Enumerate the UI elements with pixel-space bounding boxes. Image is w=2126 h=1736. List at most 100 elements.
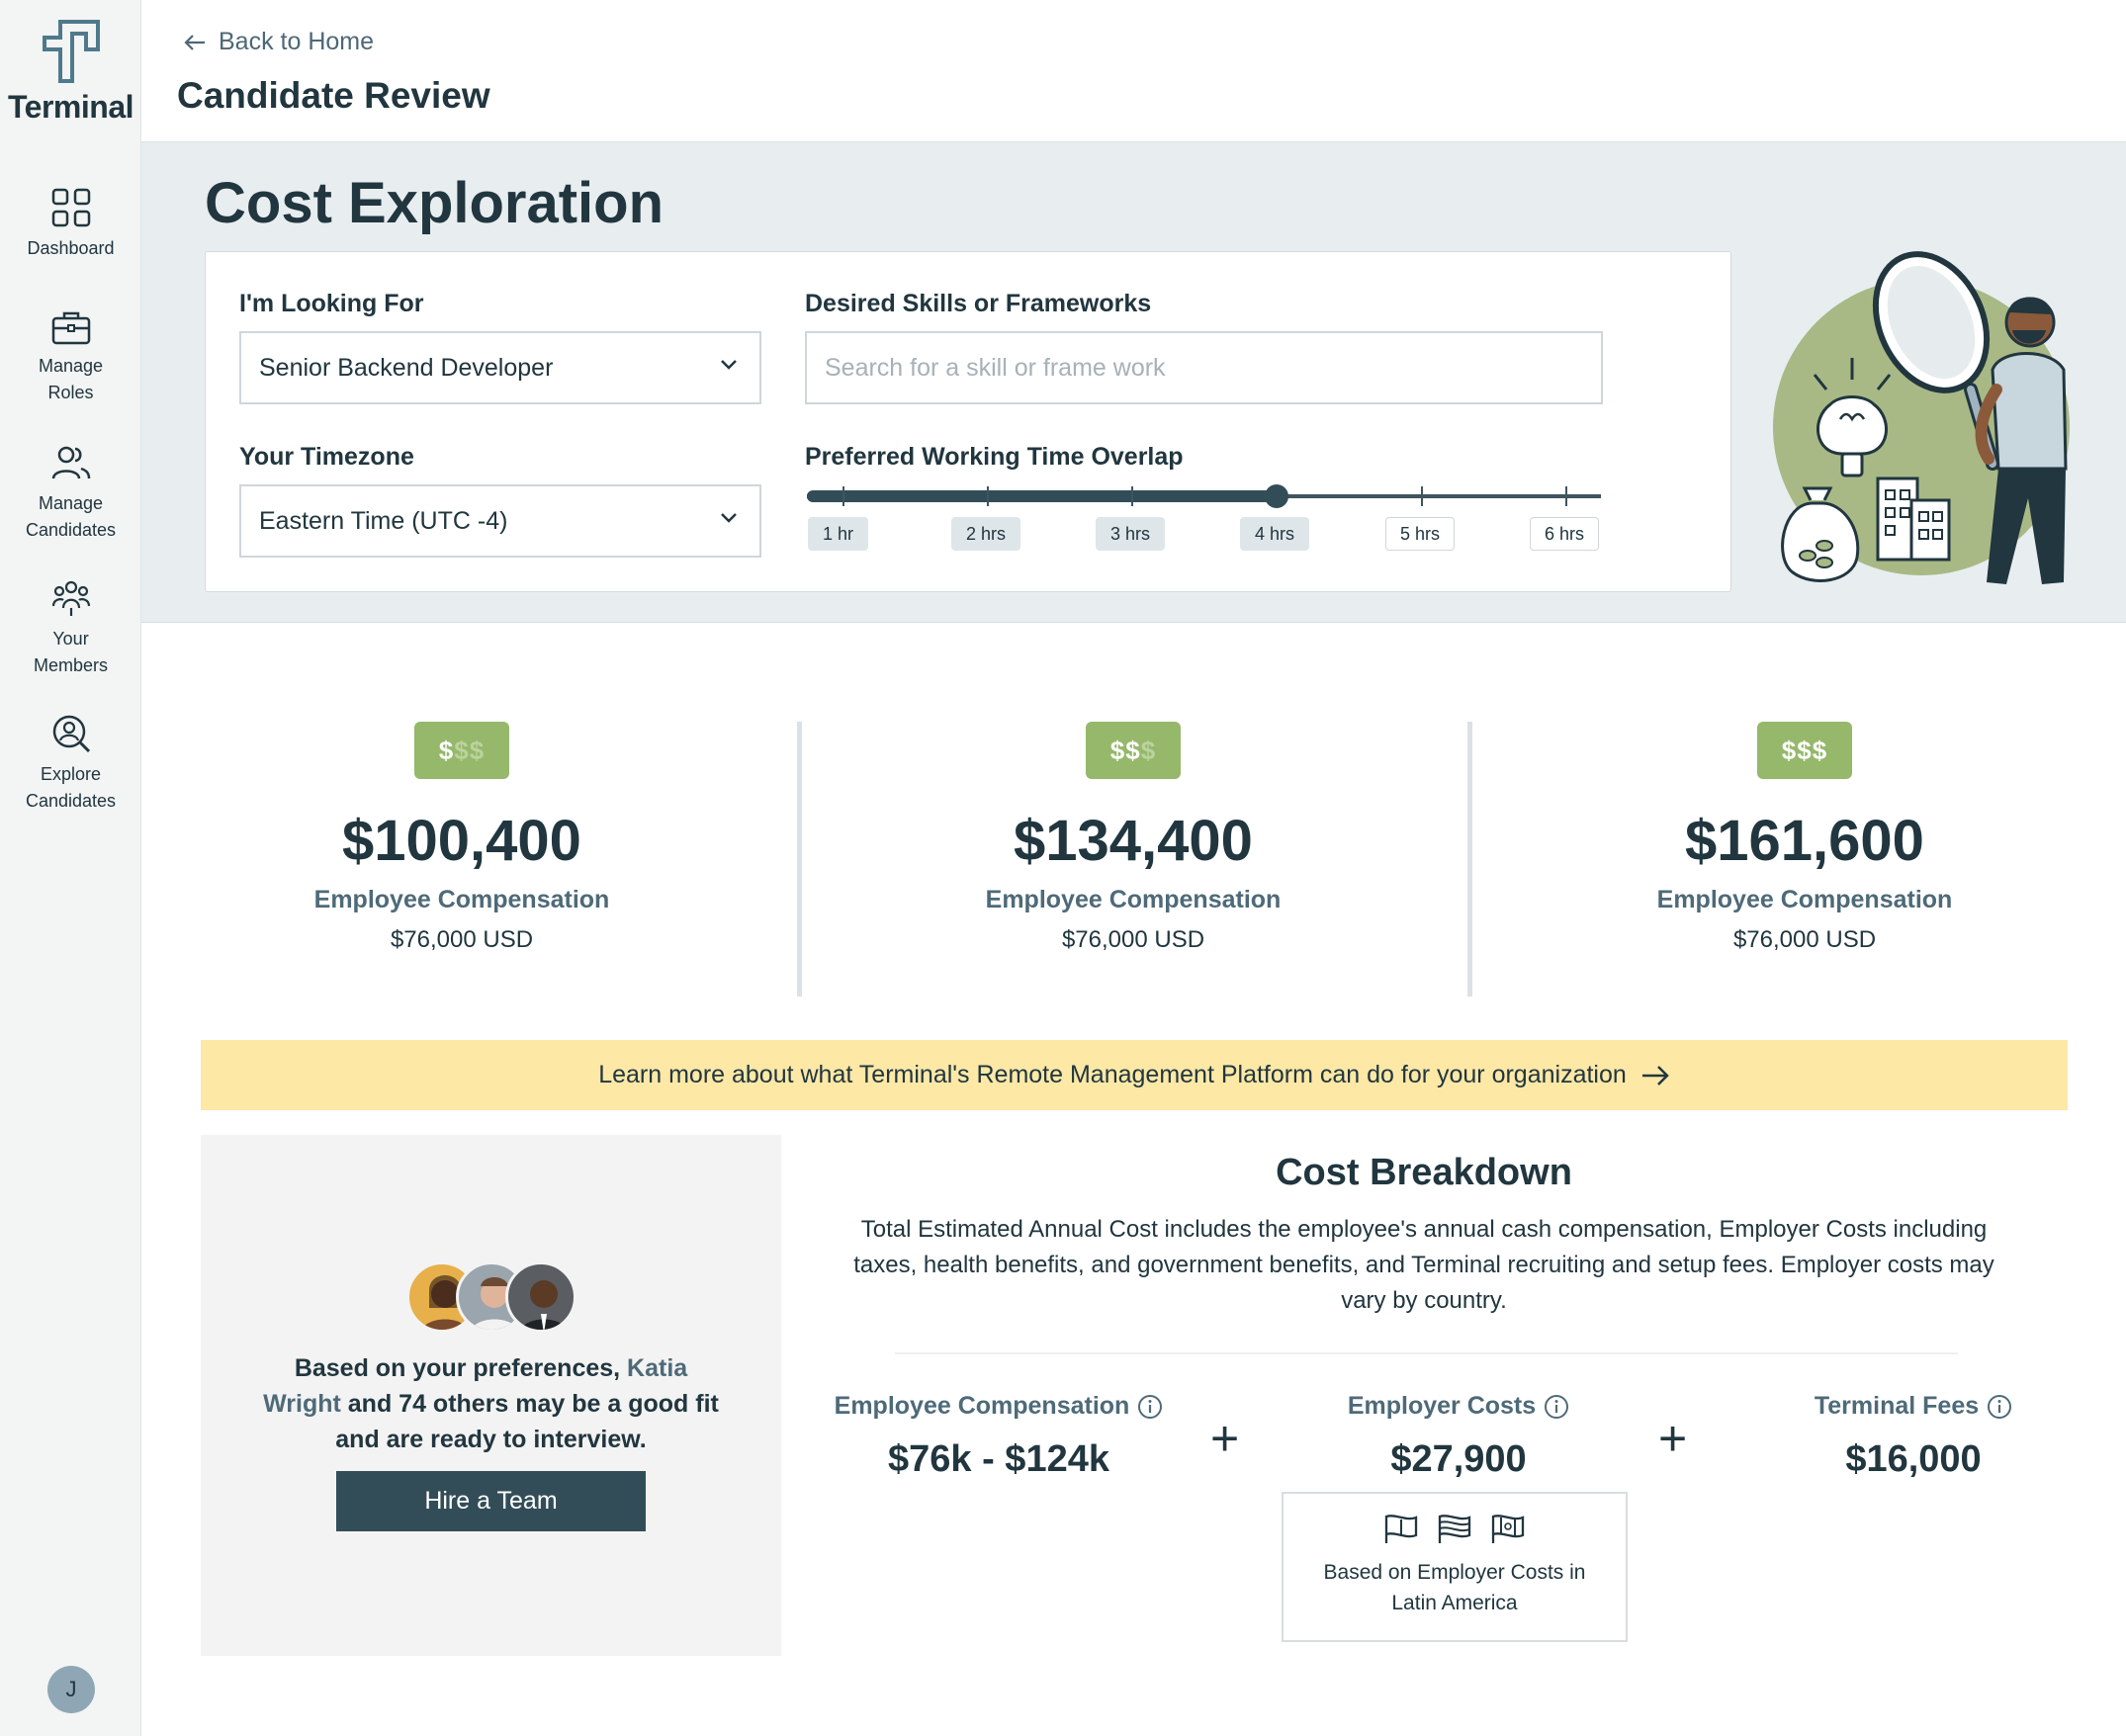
platform-promo-banner[interactable]: Learn more about what Terminal's Remote … (201, 1040, 2068, 1110)
region-note-text: Based on Employer Costs in Latin America (1323, 1561, 1586, 1614)
sidebar-item-label: Manage Candidates (25, 493, 117, 540)
employer-costs-item: Employer Costs $27,900 (1285, 1392, 1632, 1481)
tier-label: Employee Compensation (985, 886, 1282, 913)
team-text-prefix: Based on your preferences, (294, 1354, 628, 1382)
timezone-select-value: Eastern Time (UTC -4) (259, 506, 508, 535)
flag-icon (1438, 1515, 1471, 1543)
flag-icon (1384, 1515, 1418, 1543)
price-tier-badge: $$$ (414, 722, 509, 779)
team-match-text: Based on your preferences, Katia Wright … (260, 1350, 722, 1457)
arrow-left-icon (184, 34, 205, 50)
section-title: Cost Exploration (205, 171, 664, 235)
tier-compensation: $76,000 USD (1732, 926, 1877, 953)
timezone-select[interactable]: Eastern Time (UTC -4) (239, 484, 761, 558)
tier-card-low[interactable]: $ $$ $100,400 Employee Compensation $76,0… (165, 722, 758, 954)
candidate-avatar (505, 1261, 576, 1333)
role-select[interactable]: Senior Backend Developer (239, 331, 761, 404)
sidebar: Terminal Dashboard Manage Roles Manage C… (0, 0, 141, 1736)
badge-active: $$$ (1781, 735, 1828, 765)
badge-inactive: $ (1140, 735, 1157, 765)
team-text-suffix: and 74 others may be a good fit and are … (335, 1390, 719, 1453)
terminal-logo-icon (42, 20, 100, 83)
info-icon[interactable] (1544, 1394, 1569, 1420)
search-person-icon (52, 715, 90, 753)
tier-card-high[interactable]: $$$ $161,600 Employee Compensation $76,0… (1508, 722, 2101, 954)
overlap-option-4hrs[interactable]: 4 hrs (1240, 517, 1310, 551)
cost-label: Employer Costs (1347, 1392, 1537, 1420)
chevron-down-icon (721, 360, 737, 370)
page-title: Candidate Review (177, 75, 490, 116)
tier-price: $100,400 (342, 809, 581, 873)
overlap-option-1hr[interactable]: 1 hr (808, 517, 869, 551)
team-match-card: Based on your preferences, Katia Wright … (201, 1135, 781, 1656)
page-header: Back to Home Candidate Review (141, 0, 2126, 142)
slider-tick (987, 486, 989, 506)
terminal-fees-item: Terminal Fees $16,000 (1740, 1392, 2086, 1481)
sidebar-item-label: Your Members (33, 629, 108, 675)
tier-price: $161,600 (1685, 809, 1924, 873)
arrow-right-icon (1641, 1065, 1669, 1085)
role-select-value: Senior Backend Developer (259, 353, 554, 382)
banner-text: Learn more about what Terminal's Remote … (598, 1061, 1627, 1088)
divider (895, 1352, 1958, 1354)
overlap-option-2hrs[interactable]: 2 hrs (951, 517, 1021, 551)
sidebar-item-manage-candidates[interactable]: Manage Candidates (0, 445, 141, 544)
grid-icon (51, 188, 90, 227)
sidebar-item-label: Explore Candidates (25, 764, 117, 811)
slider-tick (1131, 486, 1133, 506)
tier-label: Employee Compensation (313, 886, 610, 913)
logo[interactable]: Terminal (0, 20, 141, 126)
filter-card: I'm Looking For Senior Backend Developer… (205, 251, 1731, 592)
person-magnifier-illustration (1773, 251, 2070, 584)
sidebar-item-explore-candidates[interactable]: Explore Candidates (0, 714, 141, 815)
user-avatar[interactable]: J (47, 1666, 95, 1713)
info-icon[interactable] (1987, 1394, 2012, 1420)
sidebar-item-manage-roles[interactable]: Manage Roles (0, 309, 141, 406)
back-label: Back to Home (219, 28, 375, 55)
cost-value: $16,000 (1845, 1438, 1982, 1480)
cost-exploration-section: Cost Exploration I'm Looking For Senior … (141, 142, 2126, 623)
cost-value: $76k - $124k (888, 1438, 1109, 1480)
info-icon[interactable] (1137, 1394, 1163, 1420)
plus-icon: + (1658, 1411, 1688, 1466)
chevron-down-icon (721, 513, 737, 523)
back-to-home-link[interactable]: Back to Home (183, 28, 374, 56)
badge-active: $$ (1109, 735, 1141, 765)
price-tier-badge: $$$ (1757, 722, 1852, 779)
badge-inactive: $$ (454, 735, 486, 765)
hire-team-button[interactable]: Hire a Team (336, 1471, 646, 1531)
cost-label: Terminal Fees (1814, 1392, 1980, 1420)
tier-price: $134,400 (1014, 809, 1253, 873)
cost-value: $27,900 (1390, 1438, 1527, 1480)
sidebar-item-label: Dashboard (27, 238, 115, 258)
overlap-option-5hrs[interactable]: 5 hrs (1385, 517, 1456, 551)
flag-icons (1284, 1514, 1626, 1545)
slider-tick (1565, 486, 1567, 506)
slider-thumb[interactable] (1265, 484, 1288, 508)
cost-label: Employee Compensation (834, 1392, 1130, 1420)
sidebar-item-your-members[interactable]: Your Members (0, 578, 141, 679)
tier-compensation: $76,000 USD (390, 926, 534, 953)
tier-compensation: $76,000 USD (1061, 926, 1205, 953)
region-note: Based on Employer Costs in Latin America (1282, 1492, 1628, 1642)
tier-label: Employee Compensation (1656, 886, 1953, 913)
tier-card-mid[interactable]: $$ $ $134,400 Employee Compensation $76,0… (837, 722, 1430, 954)
overlap-option-3hrs[interactable]: 3 hrs (1096, 517, 1166, 551)
briefcase-icon (51, 311, 90, 345)
slider-fill (807, 490, 1282, 502)
price-tier-badge: $$$ (1086, 722, 1181, 779)
skills-search-input[interactable] (805, 331, 1603, 404)
tier-divider (1467, 722, 1472, 997)
plus-icon: + (1210, 1411, 1240, 1466)
cost-breakdown-description: Total Estimated Annual Cost includes the… (853, 1216, 1994, 1314)
overlap-option-6hrs[interactable]: 6 hrs (1530, 517, 1600, 551)
sidebar-item-dashboard[interactable]: Dashboard (0, 188, 141, 262)
flag-icon (1491, 1515, 1525, 1543)
badge-active: $ (438, 735, 455, 765)
timezone-label: Your Timezone (239, 443, 414, 471)
slider-tick (1421, 486, 1423, 506)
users-icon (51, 446, 90, 479)
team-icon (51, 580, 90, 616)
cost-breakdown-title: Cost Breakdown (1276, 1152, 1572, 1193)
employee-compensation-item: Employee Compensation $76k - $124k (831, 1392, 1167, 1481)
